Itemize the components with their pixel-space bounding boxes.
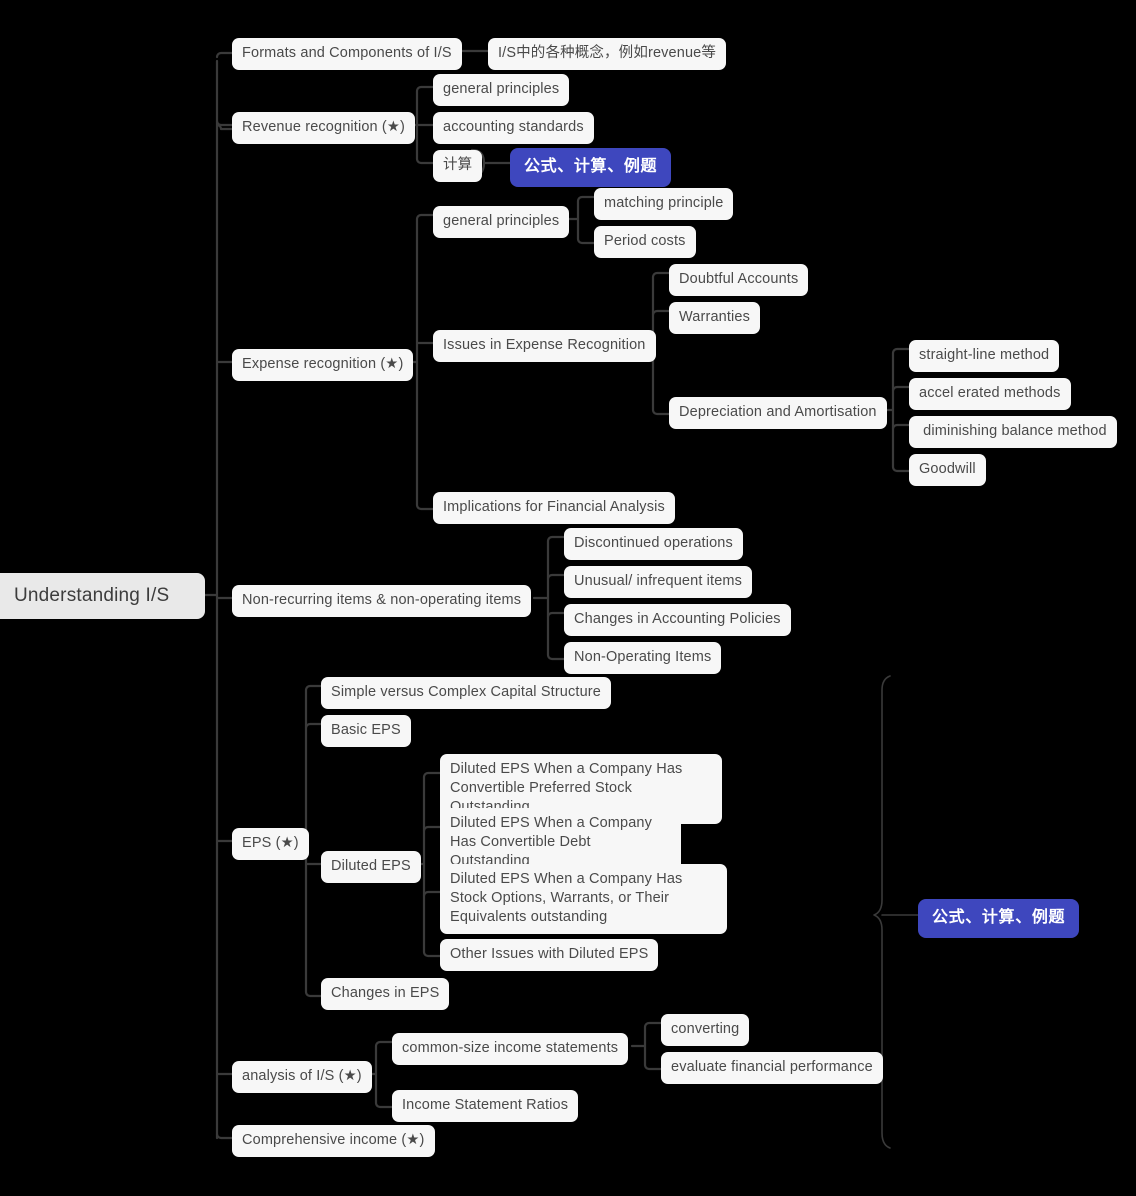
node-period-costs[interactable]: Period costs: [594, 226, 696, 258]
root-node[interactable]: Understanding I/S: [0, 573, 205, 619]
node-accelerated-methods[interactable]: accel erated methods: [909, 378, 1071, 410]
link-common-size: [374, 1040, 394, 1048]
link-trunk-revenue: [215, 123, 234, 131]
node-formats-note[interactable]: I/S中的各种概念，例如revenue等: [488, 38, 727, 70]
link-rev-calc: [415, 157, 435, 165]
link-converting: [643, 1021, 663, 1029]
link-matching: [576, 195, 596, 203]
node-changes-in-eps[interactable]: Changes in EPS: [321, 978, 450, 1010]
link-changes-eps: [304, 990, 323, 998]
node-accounting-standards[interactable]: accounting standards: [433, 112, 594, 144]
node-simple-versus-complex-capital-structure[interactable]: Simple versus Complex Capital Structure: [321, 677, 611, 709]
link-warranties: [651, 309, 671, 317]
link-exp-general: [415, 213, 435, 221]
link-period-costs: [576, 237, 596, 245]
node-other-issues-with-diluted-eps[interactable]: Other Issues with Diluted EPS: [440, 939, 659, 971]
link-trunk-formats: [215, 51, 234, 59]
node-eps[interactable]: EPS (★): [232, 828, 309, 860]
node-non-operating-items[interactable]: Non-Operating Items: [564, 642, 722, 674]
link-unusual: [546, 573, 566, 581]
link-depreciation: [651, 408, 671, 416]
node-warranties[interactable]: Warranties: [669, 302, 761, 334]
node-revenue-recognition[interactable]: Revenue recognition (★): [232, 112, 416, 144]
node-diluted-eps-stock-options[interactable]: Diluted EPS When a Company Has Stock Opt…: [440, 864, 727, 934]
node-revenue-calculation[interactable]: 计算: [433, 150, 483, 182]
link-diluted-options: [422, 890, 442, 898]
link-exp-implications: [415, 503, 435, 511]
link-doubtful: [651, 271, 671, 279]
link-diluted-other: [422, 950, 442, 958]
node-depreciation-and-amortisation[interactable]: Depreciation and Amortisation: [669, 397, 887, 429]
node-straight-line-method[interactable]: straight-line method: [909, 340, 1060, 372]
node-analysis-of-is[interactable]: analysis of I/S (★): [232, 1061, 372, 1093]
link-basic-eps: [304, 722, 323, 730]
node-expense-general-principles[interactable]: general principles: [433, 206, 570, 238]
callout-revenue-formulas[interactable]: 公式、计算、例题: [510, 148, 672, 187]
node-formats-and-components[interactable]: Formats and Components of I/S: [232, 38, 462, 70]
link-rev-general: [415, 85, 435, 93]
link-trunk-revenue-up: [215, 119, 234, 127]
link-diluted-debt: [422, 825, 442, 833]
node-discontinued-operations[interactable]: Discontinued operations: [564, 528, 743, 560]
node-income-statement-ratios[interactable]: Income Statement Ratios: [392, 1090, 579, 1122]
link-trunk-comprehensive: [215, 1132, 234, 1140]
node-doubtful-accounts[interactable]: Doubtful Accounts: [669, 264, 809, 296]
node-converting[interactable]: converting: [661, 1014, 750, 1046]
link-evaluate: [643, 1063, 663, 1071]
link-acct-policies: [546, 611, 566, 619]
node-issues-in-expense-recognition[interactable]: Issues in Expense Recognition: [433, 330, 656, 362]
node-changes-in-accounting-policies[interactable]: Changes in Accounting Policies: [564, 604, 791, 636]
node-non-recurring-items[interactable]: Non-recurring items & non-operating item…: [232, 585, 532, 617]
node-implications-for-financial-analysis[interactable]: Implications for Financial Analysis: [433, 492, 675, 524]
mindmap-canvas: Understanding I/S Formats and Components…: [0, 0, 1136, 1196]
node-goodwill[interactable]: Goodwill: [909, 454, 986, 486]
node-basic-eps[interactable]: Basic EPS: [321, 715, 411, 747]
node-diluted-eps[interactable]: Diluted EPS: [321, 851, 421, 883]
link-diminishing: [891, 423, 911, 431]
node-diminishing-balance-method[interactable]: diminishing balance method: [909, 416, 1117, 448]
node-common-size-income-statements[interactable]: common-size income statements: [392, 1033, 629, 1065]
node-matching-principle[interactable]: matching principle: [594, 188, 734, 220]
node-revenue-general-principles[interactable]: general principles: [433, 74, 570, 106]
link-nonoperating: [546, 653, 566, 661]
callout-eps-formulas[interactable]: 公式、计算、例题: [918, 899, 1080, 938]
link-straight-line: [891, 347, 911, 355]
link-simple-complex: [304, 684, 323, 692]
node-unusual-infrequent-items[interactable]: Unusual/ infrequent items: [564, 566, 753, 598]
link-diluted-preferred: [422, 771, 442, 779]
link-goodwill: [891, 465, 911, 473]
link-accelerated: [891, 385, 911, 393]
link-discontinued: [546, 535, 566, 543]
node-comprehensive-income[interactable]: Comprehensive income (★): [232, 1125, 435, 1157]
node-evaluate-financial-performance[interactable]: evaluate financial performance: [661, 1052, 883, 1084]
link-is-ratios: [374, 1101, 394, 1109]
node-expense-recognition[interactable]: Expense recognition (★): [232, 349, 414, 381]
